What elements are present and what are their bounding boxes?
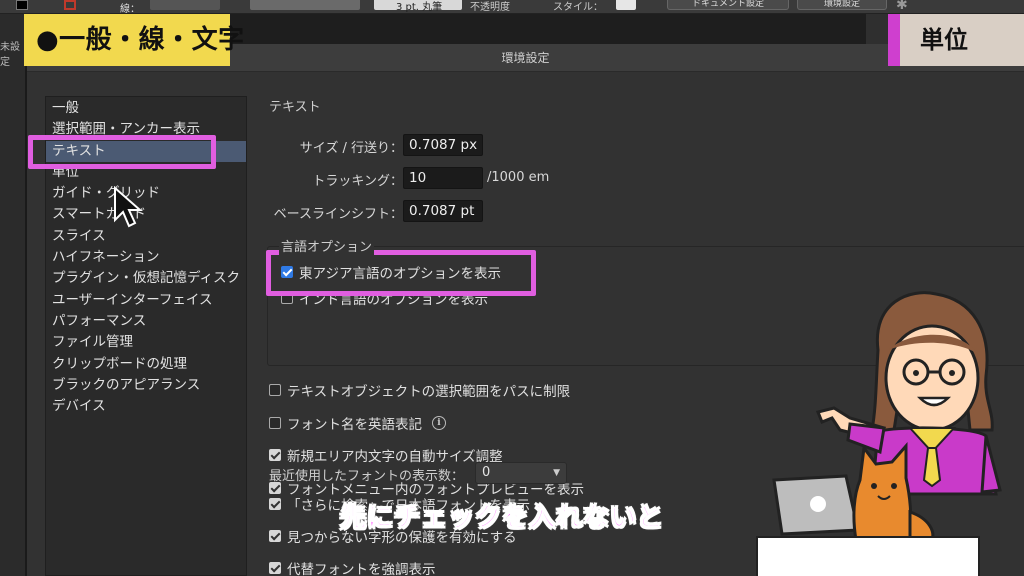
star-icon[interactable]: ✱ <box>896 0 908 13</box>
tracking-field[interactable]: 10 <box>403 167 483 189</box>
variable-width-field[interactable] <box>250 0 360 10</box>
option-checkbox-row[interactable]: 新規エリア内文字の自動サイズ調整 <box>269 445 503 465</box>
tracking-unit: /1000 em <box>487 170 550 185</box>
app-control-bar: 線： 3 pt. 丸筆 不透明度 スタイル： ドキュメント設定 環境設定 ✱ <box>0 0 1024 15</box>
recent-fonts-label: 最近使用したフォントの表示数： <box>269 469 465 484</box>
recent-fonts-value: 0 <box>482 465 491 480</box>
sidebar-item[interactable]: ブラックのアピアランス <box>46 375 246 396</box>
recent-fonts-select[interactable]: 0 ▼ <box>475 462 567 484</box>
size-leading-label: サイズ / 行送り： <box>299 141 403 156</box>
topic-tag-units-frame: 単位 <box>888 14 1024 66</box>
section-title-text: テキスト <box>269 100 321 115</box>
option-checkbox[interactable] <box>269 562 281 574</box>
sidebar-item[interactable]: パフォーマンス <box>46 311 246 332</box>
topic-tag-units: 単位 <box>900 14 1024 66</box>
highlight-east-asian-option <box>266 250 536 296</box>
style-label: スタイル： <box>553 2 603 13</box>
option-checkbox[interactable] <box>269 498 281 510</box>
sidebar-item[interactable]: ガイド・グリッド <box>46 183 246 204</box>
option-checkbox-row[interactable]: テキストオブジェクトの選択範囲をパスに制限 <box>269 380 570 400</box>
stroke-label: 線： <box>120 4 140 15</box>
preferences-button[interactable]: 環境設定 <box>797 0 887 10</box>
chevron-down-icon: ▼ <box>553 468 560 478</box>
tutorial-caption: 先にチェックを入れないと <box>339 503 665 534</box>
stroke-weight-field[interactable] <box>150 0 220 10</box>
option-checkbox-row[interactable]: 代替フォントを強調表示 <box>269 558 436 576</box>
baseline-shift-label: ベースラインシフト： <box>273 207 403 222</box>
brush-definition-field[interactable]: 3 pt. 丸筆 <box>374 0 462 13</box>
background-panel: 未設定 <box>0 14 26 576</box>
language-options-title: 言語オプション <box>279 236 375 255</box>
option-label: フォント名を英語表記 <box>287 416 422 433</box>
option-checkbox[interactable] <box>269 416 281 429</box>
option-checkbox[interactable] <box>269 449 281 461</box>
opacity-label[interactable]: 不透明度 <box>470 0 510 13</box>
sidebar-item[interactable]: 一般 <box>46 98 246 119</box>
option-checkbox-row[interactable]: フォント名を英語表記 i <box>269 413 446 433</box>
highlight-text-item <box>28 135 216 169</box>
sidebar-item[interactable]: ハイフネーション <box>46 247 246 268</box>
brush-definition-value: 3 pt. 丸筆 <box>396 2 443 13</box>
presenter-desk <box>756 536 980 576</box>
sidebar-item[interactable]: ユーザーインターフェイス <box>46 290 246 311</box>
tracking-label: トラッキング： <box>312 174 403 189</box>
presenter-illustration <box>772 291 1002 546</box>
sidebar-item[interactable]: クリップボードの処理 <box>46 354 246 375</box>
topic-tag-general: ●一般・線・文字 <box>24 14 244 66</box>
screen: 線： 3 pt. 丸筆 不透明度 スタイル： ドキュメント設定 環境設定 ✱ 未… <box>0 0 1024 576</box>
option-label: 代替フォントを強調表示 <box>287 562 436 576</box>
baseline-shift-field[interactable]: 0.7087 pt <box>403 200 483 222</box>
option-checkbox[interactable] <box>269 384 281 396</box>
sidebar-item[interactable]: スマートガイド <box>46 204 246 225</box>
option-label: 新規エリア内文字の自動サイズ調整 <box>287 449 503 465</box>
sidebar-item[interactable]: スライス <box>46 226 246 247</box>
document-settings-button[interactable]: ドキュメント設定 <box>667 0 789 10</box>
option-checkbox[interactable] <box>269 530 281 542</box>
sidebar-item[interactable]: プラグイン・仮想記憶ディスク <box>46 268 246 289</box>
stroke-swatch[interactable] <box>64 0 76 10</box>
style-swatch[interactable] <box>616 0 636 10</box>
option-label: テキストオブジェクトの選択範囲をパスに制限 <box>287 384 571 400</box>
mouse-cursor-icon <box>114 186 143 228</box>
sidebar-item[interactable]: デバイス <box>46 396 246 417</box>
fill-swatch[interactable] <box>16 0 28 10</box>
sidebar-item[interactable]: ファイル管理 <box>46 332 246 353</box>
size-leading-field[interactable]: 0.7087 px <box>403 134 483 156</box>
background-panel-label: 未設定 <box>0 42 20 68</box>
info-icon[interactable]: i <box>432 415 446 430</box>
